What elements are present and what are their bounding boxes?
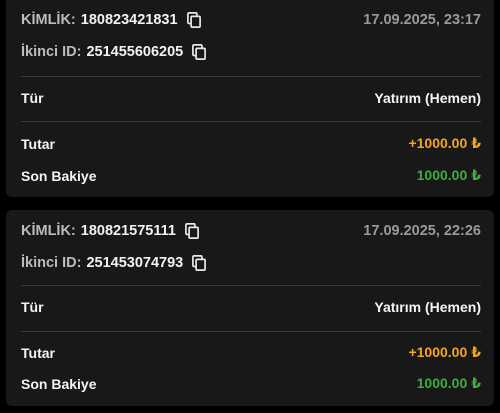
balance-value-wrap: 1000.00 ₺ [417, 167, 481, 184]
divider [21, 285, 481, 286]
transaction-card: KİMLİK: 180821575111 17.09.2025, 22:26 İ… [6, 210, 494, 406]
type-label: Tür [21, 299, 44, 315]
transaction-id-value: 180823421831 [80, 12, 178, 28]
secondary-id-label: İkinci ID: [21, 255, 82, 271]
currency-symbol: ₺ [471, 167, 481, 183]
amount-value-wrap: +1000.00 ₺ [408, 344, 481, 361]
amount-row: Tutar +1000.00 ₺ [21, 135, 481, 152]
type-row: Tür Yatırım (Hemen) [21, 299, 481, 315]
secondary-id-row: İkinci ID: 251455606205 [21, 44, 481, 60]
secondary-id-value: 251455606205 [86, 44, 184, 60]
type-label: Tür [21, 90, 44, 106]
amount-value-wrap: +1000.00 ₺ [408, 135, 481, 152]
secondary-id-value: 251453074793 [86, 255, 184, 271]
balance-row: Son Bakiye 1000.00 ₺ [21, 167, 481, 184]
secondary-id-row: İkinci ID: 251453074793 [21, 255, 481, 271]
secondary-id-line: İkinci ID: 251455606205 [21, 44, 207, 60]
transaction-datetime: 17.09.2025, 22:26 [363, 223, 481, 239]
balance-value: 1000.00 [416, 167, 468, 183]
divider [21, 76, 481, 77]
card-header-row: KİMLİK: 180821575111 17.09.2025, 22:26 [21, 223, 481, 239]
amount-label: Tutar [21, 344, 55, 361]
amount-row: Tutar +1000.00 ₺ [21, 344, 481, 361]
balance-label: Son Bakiye [21, 167, 97, 184]
amount-label: Tutar [21, 135, 55, 152]
divider [21, 121, 481, 122]
balance-value: 1000.00 [416, 375, 468, 391]
copy-icon[interactable] [192, 255, 207, 271]
copy-icon[interactable] [192, 44, 207, 60]
type-value: Yatırım (Hemen) [374, 90, 481, 106]
amount-value: +1000.00 [408, 344, 468, 360]
type-value: Yatırım (Hemen) [374, 299, 481, 315]
copy-icon[interactable] [186, 12, 201, 28]
divider [21, 331, 481, 332]
currency-symbol: ₺ [471, 344, 481, 360]
currency-symbol: ₺ [471, 135, 481, 151]
transaction-history: KİMLİK: 180823421831 17.09.2025, 23:17 İ… [0, 0, 500, 413]
transaction-id-line: KİMLİK: 180821575111 [21, 223, 199, 239]
transaction-id-line: KİMLİK: 180823421831 [21, 12, 201, 28]
type-row: Tür Yatırım (Hemen) [21, 90, 481, 106]
transaction-card: KİMLİK: 180823421831 17.09.2025, 23:17 İ… [6, 0, 494, 197]
amount-value: +1000.00 [408, 135, 468, 151]
balance-value-wrap: 1000.00 ₺ [417, 375, 481, 392]
secondary-id-line: İkinci ID: 251453074793 [21, 255, 207, 271]
secondary-id-label: İkinci ID: [21, 44, 82, 60]
balance-row: Son Bakiye 1000.00 ₺ [21, 375, 481, 392]
currency-symbol: ₺ [471, 375, 481, 391]
transaction-id-label: KİMLİK: [21, 223, 76, 239]
transaction-datetime: 17.09.2025, 23:17 [363, 12, 481, 28]
transaction-id-label: KİMLİK: [21, 12, 76, 28]
copy-icon[interactable] [184, 223, 199, 239]
balance-label: Son Bakiye [21, 375, 97, 392]
card-header-row: KİMLİK: 180823421831 17.09.2025, 23:17 [21, 12, 481, 28]
transaction-id-value: 180821575111 [80, 223, 176, 239]
